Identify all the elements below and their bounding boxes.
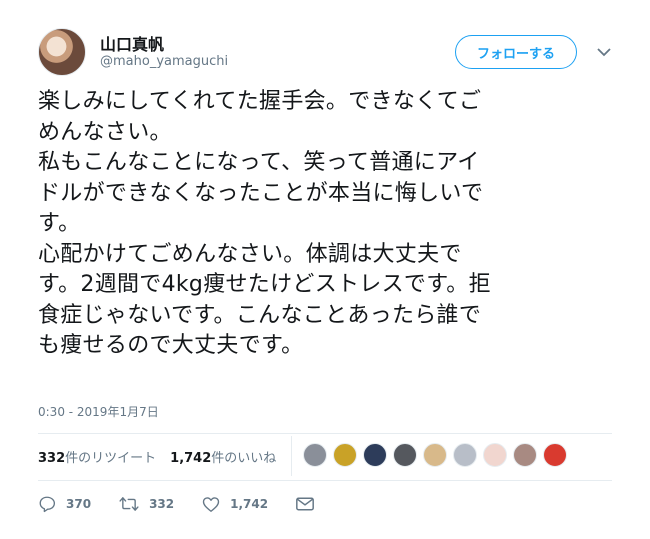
divider [38,480,612,481]
liker-avatar[interactable] [453,443,477,467]
tweet-text-line: 食症じゃないです。こんなことあったら誰で [38,302,482,328]
retweet-stat-label: 件のリツイート [65,450,157,466]
follow-button[interactable]: フォローする [455,35,577,69]
user-handle[interactable]: @maho_yamaguchi [100,54,228,69]
display-name[interactable]: 山口真帆 [100,31,164,55]
envelope-icon [296,497,315,511]
retweet-count: 332 [149,497,175,511]
liker-avatar[interactable] [483,443,507,467]
reply-count: 370 [66,497,92,511]
retweet-stat[interactable]: 332件のリツイート [38,447,156,466]
like-action[interactable]: 1,742 [202,496,268,513]
liker-avatar[interactable] [543,443,567,467]
liker-avatar[interactable] [513,443,537,467]
tweet-timestamp[interactable]: 0:30 - 2019年1月7日 [38,403,159,420]
like-stat-label: 件のいいね [211,450,277,466]
divider [38,433,612,434]
avatar[interactable] [38,28,86,76]
reply-icon [39,496,56,513]
liker-avatar[interactable] [333,443,357,467]
engagement-stats: 332件のリツイート 1,742件のいいね [38,445,290,467]
retweet-stat-count: 332 [38,450,66,466]
liker-avatars [303,443,573,467]
tweet-text-line: す。2週間で4kg痩せたけどストレスです。拒 [38,272,491,297]
tweet-actions: 370 332 1,742 [38,495,352,513]
stats-separator [291,436,292,476]
tweet-text-line: も痩せるので大丈夫です。 [38,333,304,358]
tweet-text-line: す。 [38,211,81,236]
liker-avatar[interactable] [363,443,387,467]
like-stat[interactable]: 1,742件のいいね [170,447,276,466]
tweet-text-line: 私もこんなことになって、笑って普通にアイ [38,150,480,175]
liker-avatar[interactable] [423,443,447,467]
reply-action[interactable]: 370 [38,495,91,513]
heart-icon [202,496,220,512]
tweet-text-line: 心配かけてごめんなさい。体調は大丈夫で [38,241,462,267]
chevron-down-icon[interactable] [595,43,613,61]
tweet-text-line: 楽しみにしてくれてた握手会。できなくてご [38,89,482,114]
retweet-action[interactable]: 332 [119,495,174,513]
tweet-text-line: めんなさい。 [38,119,172,145]
liker-avatar[interactable] [303,443,327,467]
tweet-text: 楽しみにしてくれてた握手会。できなくてご めんなさい。 私もこんなことになって、… [38,87,618,362]
message-action[interactable] [296,497,324,511]
retweet-icon [119,497,139,511]
like-count: 1,742 [230,497,269,511]
like-stat-count: 1,742 [170,450,212,466]
tweet-header: 山口真帆 @maho_yamaguchi フォローする [38,28,618,78]
liker-avatar[interactable] [393,443,417,467]
tweet-text-line: ドルができなくなったことが本当に悔しいで [38,180,484,206]
